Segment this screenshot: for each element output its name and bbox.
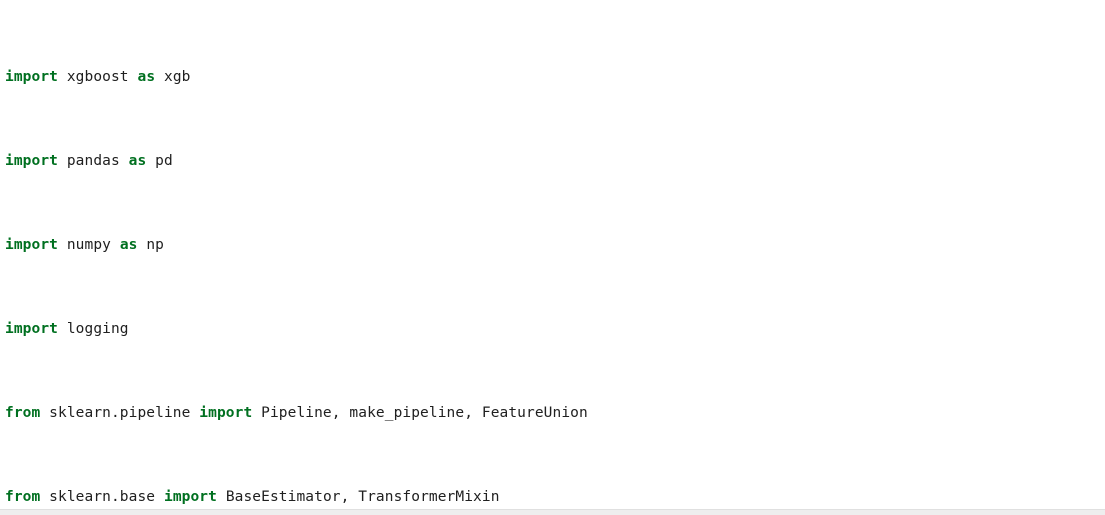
keyword-from: from [5,405,41,421]
code-line: import pandas as pd [5,151,597,172]
keyword-import: import [5,237,58,253]
module-sklearn-pipeline: sklearn.pipeline [49,405,191,421]
alias-xgb: xgb [164,69,191,85]
alias-np: np [146,237,165,253]
code-line: import xgboost as xgb [5,67,597,88]
keyword-as: as [119,237,138,253]
keyword-import: import [5,153,58,169]
module-pandas: pandas [66,153,120,169]
code-line: import logging [5,319,597,340]
module-sklearn-base: sklearn.base [49,489,156,505]
keyword-import: import [5,69,58,85]
module-xgboost: xgboost [66,69,129,85]
keyword-from: from [5,489,41,505]
keyword-import: import [163,489,217,505]
keyword-as: as [128,153,147,169]
keyword-as: as [137,69,156,85]
alias-pd: pd [155,153,173,169]
module-logging: logging [66,321,129,337]
code-line: from sklearn.pipeline import Pipeline, m… [5,403,597,424]
imported-names-pipeline: Pipeline, make_pipeline, FeatureUnion [261,405,588,421]
code-editor-pane[interactable]: import xgboost as xgb import pandas as p… [0,0,1105,509]
code-line: import numpy as np [5,235,597,256]
source-code-block[interactable]: import xgboost as xgb import pandas as p… [5,4,597,509]
module-numpy: numpy [66,237,111,253]
keyword-import: import [199,405,253,421]
code-line: from sklearn.base import BaseEstimator, … [5,487,597,508]
imported-names-base: BaseEstimator, TransformerMixin [225,489,500,505]
keyword-import: import [5,321,58,337]
horizontal-scrollbar[interactable] [0,509,1105,515]
